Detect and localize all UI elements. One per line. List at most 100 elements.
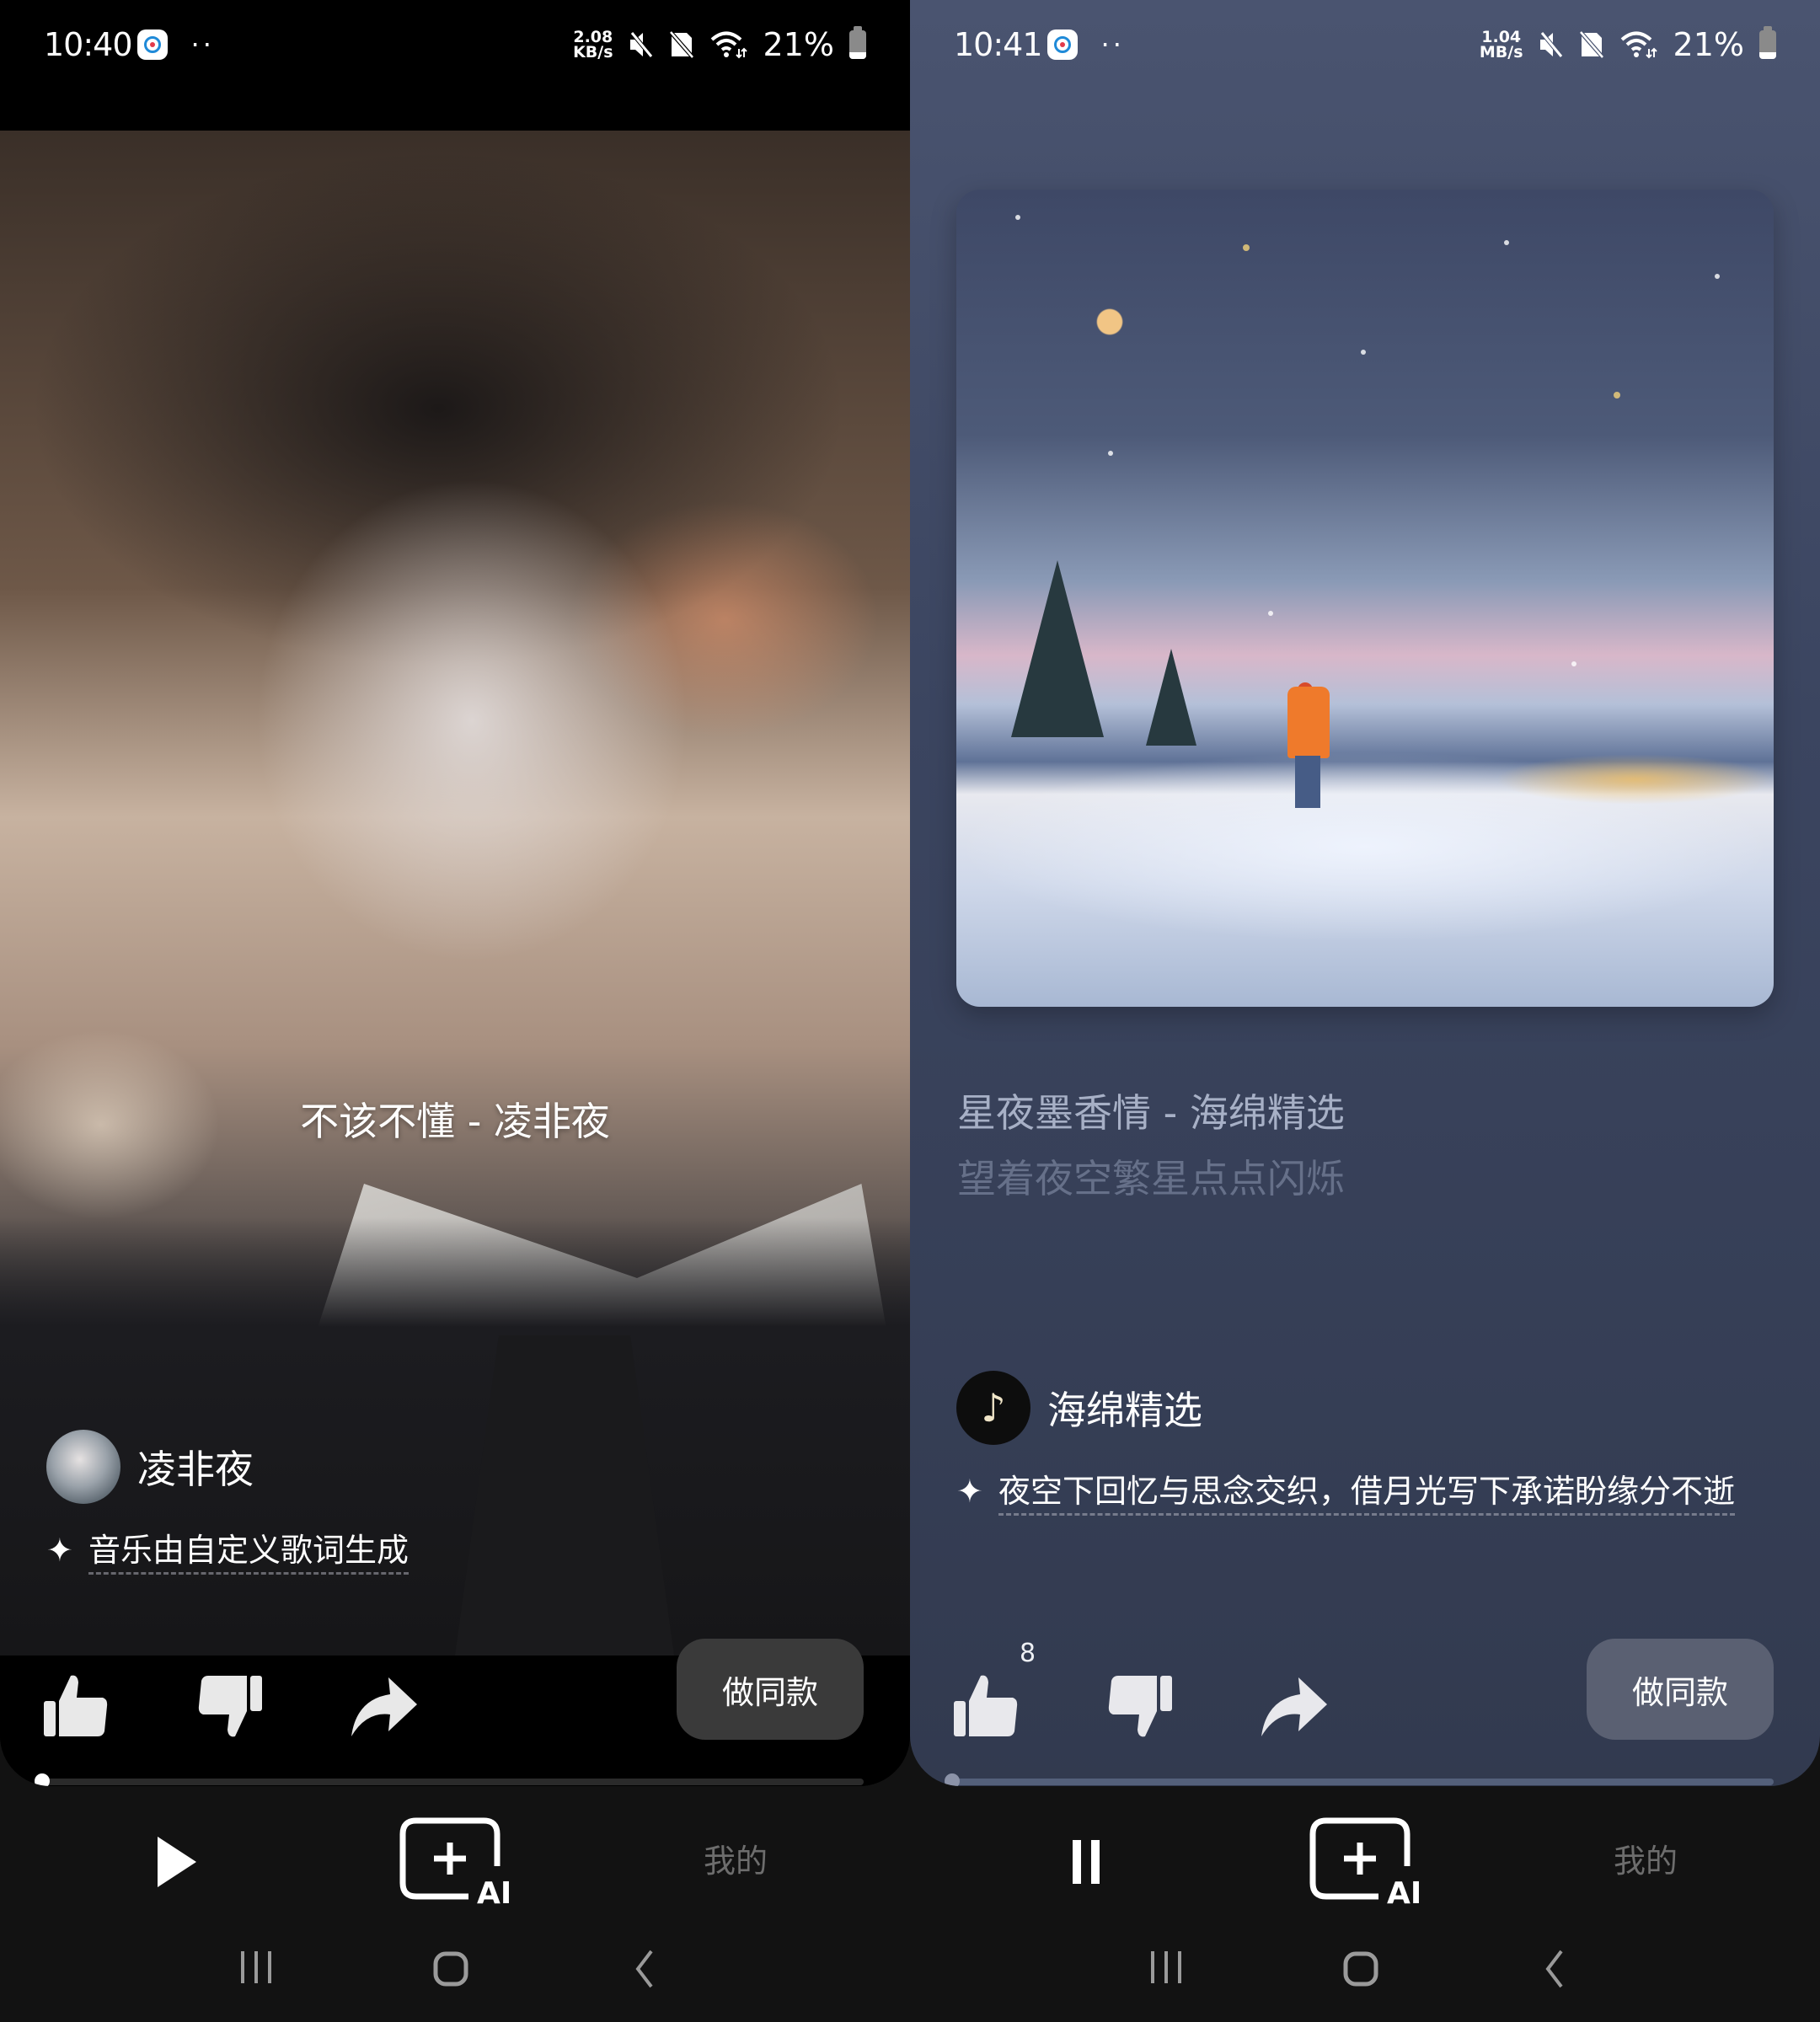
author-name[interactable]: 凌非夜 — [137, 1439, 254, 1495]
back-button[interactable] — [1538, 1948, 1571, 1990]
pause-icon — [1073, 1840, 1100, 1884]
cover-artwork[interactable] — [0, 131, 910, 1656]
thumbs-down-icon — [1108, 1676, 1172, 1737]
battery-icon — [849, 25, 866, 59]
recent-apps-button[interactable] — [1146, 1948, 1188, 1987]
dislike-button[interactable] — [192, 1668, 268, 1744]
screen-right: 10:41 ·· 1.04 MB/s 21% 星夜墨香情 - 海绵精选 望着夜空… — [910, 0, 1820, 2022]
author-avatar[interactable]: ♪ — [956, 1371, 1030, 1445]
home-button[interactable] — [430, 1948, 472, 1990]
no-sim-icon — [668, 29, 694, 59]
artwork-glow — [1496, 754, 1774, 805]
author-name[interactable]: 海绵精选 — [1047, 1380, 1202, 1436]
make-same-button[interactable]: 做同款 — [1587, 1639, 1774, 1740]
progress-knob[interactable] — [945, 1773, 960, 1786]
author-row[interactable]: ♪ 海绵精选 — [956, 1371, 1202, 1445]
share-arrow-icon — [351, 1677, 417, 1736]
progress-knob[interactable] — [35, 1773, 50, 1786]
app-notification-icon — [136, 29, 168, 60]
play-button[interactable] — [147, 1832, 206, 1891]
artwork-tree — [1146, 649, 1196, 746]
no-sim-icon — [1578, 29, 1604, 59]
add-ai-icon: AI — [1309, 1817, 1421, 1911]
mute-icon — [1539, 30, 1563, 58]
action-bar: 做同款 — [0, 1639, 910, 1765]
artwork-tree — [1011, 560, 1104, 737]
sparkle-icon: ✦ — [46, 1532, 73, 1569]
current-lyric-line: 望着夜空繁星点点闪烁 — [957, 1156, 1345, 1201]
thumbs-up-icon — [954, 1675, 1018, 1736]
artwork-star — [1614, 392, 1620, 399]
like-button[interactable] — [38, 1668, 114, 1744]
status-time: 10:40 — [44, 25, 133, 63]
recent-apps-button[interactable] — [236, 1948, 278, 1987]
playback-progress-bar[interactable] — [35, 1773, 864, 1786]
app-notification-icon — [1046, 29, 1078, 60]
back-button[interactable] — [628, 1948, 661, 1990]
status-bar: 10:40 ·· 2.08 KB/s 21% — [0, 0, 910, 88]
artwork-person — [1287, 687, 1330, 758]
recent-apps-icon — [241, 1951, 271, 1983]
battery-percentage: 21% — [763, 25, 834, 63]
artwork-star — [1715, 274, 1720, 279]
description-text: 音乐由自定义歌词生成 — [88, 1532, 410, 1575]
battery-percentage: 21% — [1673, 25, 1744, 63]
make-same-button[interactable]: 做同款 — [677, 1639, 864, 1740]
play-icon — [158, 1837, 196, 1887]
playback-progress-bar[interactable] — [945, 1773, 1774, 1786]
network-speed-unit: KB/s — [573, 42, 613, 62]
share-button[interactable] — [1255, 1668, 1331, 1744]
song-description[interactable]: ✦ 夜空下回忆与思念交织，借月光写下承诺盼缘分不逝 — [956, 1462, 1799, 1521]
network-speed-value: 2.08 — [573, 27, 613, 46]
network-speed-value: 1.04 — [1481, 27, 1522, 46]
like-button[interactable] — [948, 1668, 1024, 1744]
author-row[interactable]: 凌非夜 — [46, 1430, 254, 1504]
create-ai-button[interactable]: AI — [1306, 1816, 1424, 1911]
song-title: 星夜墨香情 - 海绵精选 — [957, 1090, 1345, 1136]
system-navigation-bar — [910, 1929, 1820, 2005]
recent-apps-icon — [1151, 1951, 1181, 1983]
cover-artwork[interactable] — [956, 190, 1774, 1007]
nav-mine-tab[interactable]: 我的 — [704, 1835, 768, 1881]
action-bar: 8 做同款 — [910, 1639, 1820, 1765]
home-icon — [433, 1951, 468, 1987]
pause-button[interactable] — [1057, 1832, 1116, 1891]
home-button[interactable] — [1340, 1948, 1382, 1990]
artwork-person-legs — [1295, 756, 1320, 808]
network-speed: 2.08 KB/s — [573, 29, 613, 60]
like-count: 8 — [1020, 1639, 1036, 1668]
artwork-star — [1015, 215, 1020, 220]
player-card: 10:40 ·· 2.08 KB/s 21% 不该不懂 - 凌非夜 凌非夜 ✦ 音… — [0, 0, 910, 1786]
more-notifications-icon: ·· — [190, 28, 215, 61]
wifi-icon — [1620, 31, 1657, 58]
share-button[interactable] — [345, 1668, 421, 1744]
bottom-nav: AI 我的 — [910, 1803, 1820, 1912]
bottom-nav: AI 我的 — [0, 1803, 910, 1912]
artwork-star — [1361, 350, 1366, 355]
home-icon — [1343, 1951, 1378, 1987]
network-speed: 1.04 MB/s — [1480, 29, 1523, 60]
wifi-icon — [710, 31, 747, 58]
thumbs-down-icon — [198, 1676, 262, 1737]
song-title: 不该不懂 - 凌非夜 — [300, 1099, 610, 1144]
artwork-star — [1504, 240, 1509, 245]
nav-mine-tab[interactable]: 我的 — [1614, 1835, 1678, 1881]
thumbs-up-icon — [44, 1675, 108, 1736]
artwork-star — [1108, 451, 1113, 456]
sparkle-icon: ✦ — [956, 1473, 983, 1510]
dislike-button[interactable] — [1102, 1668, 1178, 1744]
battery-icon — [1759, 25, 1776, 59]
author-avatar[interactable] — [46, 1430, 120, 1504]
svg-text:AI: AI — [1387, 1876, 1421, 1908]
song-description[interactable]: ✦ 音乐由自定义歌词生成 — [46, 1521, 552, 1580]
svg-text:AI: AI — [477, 1876, 511, 1908]
network-speed-unit: MB/s — [1479, 42, 1523, 62]
status-bar: 10:41 ·· 1.04 MB/s 21% — [910, 0, 1820, 88]
back-icon — [635, 1950, 653, 1988]
artwork-star — [1243, 244, 1250, 251]
share-arrow-icon — [1261, 1677, 1327, 1736]
create-ai-button[interactable]: AI — [396, 1816, 514, 1911]
status-time: 10:41 — [954, 25, 1043, 63]
system-navigation-bar — [0, 1929, 910, 2005]
artwork-star — [1571, 661, 1576, 666]
